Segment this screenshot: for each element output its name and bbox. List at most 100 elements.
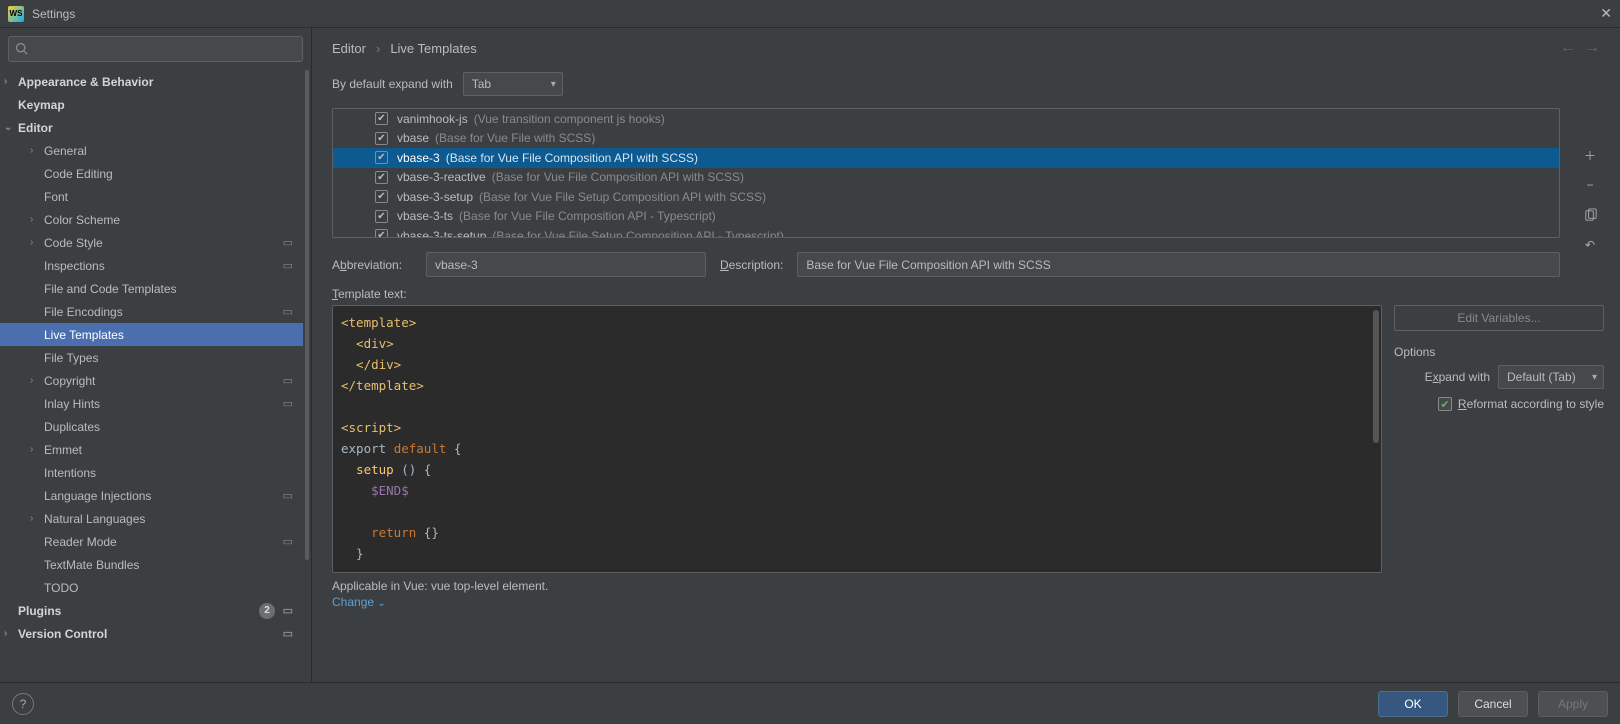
sidebar-item-label: Language Injections bbox=[44, 489, 151, 503]
chevron-icon: › bbox=[30, 214, 42, 225]
expand-select-value: Tab bbox=[472, 77, 491, 91]
breadcrumb-root[interactable]: Editor bbox=[332, 41, 366, 56]
code-line: setup () { bbox=[341, 459, 1373, 480]
abbreviation-label: Abbreviation: bbox=[332, 258, 412, 272]
close-icon[interactable]: ✕ bbox=[1600, 5, 1612, 22]
reformat-checkbox[interactable]: ✔ bbox=[1438, 397, 1452, 411]
template-name: vbase-3-setup bbox=[397, 190, 473, 204]
sidebar-item-natural-languages[interactable]: ›Natural Languages bbox=[0, 507, 303, 530]
sidebar-item-label: Inspections bbox=[44, 259, 105, 273]
sidebar-item-live-templates[interactable]: Live Templates bbox=[0, 323, 303, 346]
template-checkbox[interactable]: ✔ bbox=[375, 112, 388, 125]
ok-button[interactable]: OK bbox=[1378, 691, 1448, 717]
project-scope-icon: ▭ bbox=[283, 489, 293, 502]
sidebar-item-inspections[interactable]: Inspections▭ bbox=[0, 254, 303, 277]
template-checkbox[interactable]: ✔ bbox=[375, 190, 388, 203]
sidebar-item-file-types[interactable]: File Types bbox=[0, 346, 303, 369]
sidebar-item-inlay-hints[interactable]: Inlay Hints▭ bbox=[0, 392, 303, 415]
template-checkbox[interactable]: ✔ bbox=[375, 210, 388, 223]
template-checkbox[interactable]: ✔ bbox=[375, 132, 388, 145]
template-row-vbase-3-reactive[interactable]: ✔ vbase-3-reactive (Base for Vue File Com… bbox=[333, 168, 1559, 188]
template-row-vbase-3-ts-setup[interactable]: ✔vbase-3-ts-setup (Base for Vue File Set… bbox=[333, 226, 1559, 238]
template-name: vanimhook-js bbox=[397, 112, 468, 126]
sidebar-item-duplicates[interactable]: Duplicates bbox=[0, 415, 303, 438]
template-name: vbase bbox=[397, 131, 429, 145]
sidebar-item-general[interactable]: ›General bbox=[0, 139, 303, 162]
nav-back-icon[interactable]: ← bbox=[1560, 39, 1576, 57]
sidebar-item-textmate-bundles[interactable]: TextMate Bundles bbox=[0, 553, 303, 576]
change-context-link[interactable]: Change ⌄ bbox=[332, 595, 386, 609]
template-desc: (Base for Vue File Composition API - Typ… bbox=[459, 209, 716, 223]
revert-template-icon[interactable]: ↶ bbox=[1578, 233, 1602, 257]
template-checkbox[interactable]: ✔ bbox=[375, 229, 388, 238]
template-name: vbase-3-reactive bbox=[397, 170, 486, 184]
search-input[interactable] bbox=[8, 36, 303, 62]
template-row-vanimhook-js[interactable]: ✔ vanimhook-js (Vue transition component … bbox=[333, 109, 1559, 129]
sidebar-item-todo[interactable]: TODO bbox=[0, 576, 303, 599]
project-scope-icon: ▭ bbox=[283, 535, 293, 548]
sidebar-item-language-injections[interactable]: Language Injections ▭ bbox=[0, 484, 303, 507]
sidebar-item-emmet[interactable]: ›Emmet bbox=[0, 438, 303, 461]
template-checkbox[interactable]: ✔ bbox=[375, 151, 388, 164]
sidebar-item-appearance-behavior[interactable]: ›Appearance & Behavior bbox=[0, 70, 303, 93]
abbreviation-value: vbase-3 bbox=[435, 258, 478, 272]
abbreviation-input[interactable]: vbase-3 bbox=[426, 252, 706, 277]
code-line: $END$ bbox=[341, 480, 1373, 501]
description-input[interactable]: Base for Vue File Composition API with S… bbox=[797, 252, 1560, 277]
edit-variables-button[interactable]: Edit Variables... bbox=[1394, 305, 1604, 331]
sidebar-item-label: Plugins bbox=[18, 604, 61, 618]
sidebar-item-keymap[interactable]: Keymap bbox=[0, 93, 303, 116]
sidebar-item-file-encodings[interactable]: File Encodings▭ bbox=[0, 300, 303, 323]
sidebar-item-font[interactable]: Font bbox=[0, 185, 303, 208]
window-title: Settings bbox=[32, 7, 75, 21]
template-name: vbase-3-ts-setup bbox=[397, 229, 486, 238]
help-icon[interactable]: ? bbox=[12, 693, 34, 715]
expand-with-value: Default (Tab) bbox=[1507, 370, 1576, 384]
sidebar-item-color-scheme[interactable]: ›Color Scheme bbox=[0, 208, 303, 231]
sidebar-item-plugins[interactable]: Plugins2▭ bbox=[0, 599, 303, 622]
sidebar-item-copyright[interactable]: ›Copyright▭ bbox=[0, 369, 303, 392]
apply-button[interactable]: Apply bbox=[1538, 691, 1608, 717]
sidebar-item-label: Duplicates bbox=[44, 420, 100, 434]
template-row-vbase-3-ts[interactable]: ✔vbase-3-ts (Base for Vue File Compositi… bbox=[333, 207, 1559, 227]
sidebar-item-code-editing[interactable]: Code Editing bbox=[0, 162, 303, 185]
nav-forward-icon[interactable]: → bbox=[1584, 39, 1600, 57]
cancel-button[interactable]: Cancel bbox=[1458, 691, 1528, 717]
add-template-icon[interactable]: ＋ bbox=[1578, 143, 1602, 167]
chevron-icon: › bbox=[4, 76, 16, 87]
sidebar-item-label: Emmet bbox=[44, 443, 82, 457]
template-row-vbase[interactable]: ✔vbase (Base for Vue File with SCSS) bbox=[333, 129, 1559, 149]
sidebar-item-label: Version Control bbox=[18, 627, 107, 641]
sidebar-item-intentions[interactable]: Intentions bbox=[0, 461, 303, 484]
duplicate-template-icon[interactable] bbox=[1578, 203, 1602, 227]
sidebar-item-reader-mode[interactable]: Reader Mode▭ bbox=[0, 530, 303, 553]
sidebar-item-editor[interactable]: ⌄Editor bbox=[0, 116, 303, 139]
editor-scrollbar[interactable] bbox=[1373, 310, 1379, 443]
sidebar-item-label: General bbox=[44, 144, 87, 158]
dialog-footer: ? OK Cancel Apply bbox=[0, 682, 1620, 724]
code-line bbox=[341, 501, 1373, 522]
code-line: export default { bbox=[341, 438, 1373, 459]
plugins-count-badge: 2 bbox=[259, 603, 275, 619]
remove-template-icon[interactable]: − bbox=[1578, 173, 1602, 197]
template-row-vbase-3-setup[interactable]: ✔vbase-3-setup (Base for Vue File Setup … bbox=[333, 187, 1559, 207]
sidebar-item-file-and-code-templates[interactable]: File and Code Templates bbox=[0, 277, 303, 300]
sidebar-item-label: Intentions bbox=[44, 466, 96, 480]
breadcrumb-current: Live Templates bbox=[390, 41, 476, 56]
sidebar-item-version-control[interactable]: ›Version Control▭ bbox=[0, 622, 303, 645]
code-line: <div> bbox=[341, 333, 1373, 354]
template-desc: (Vue transition component js hooks) bbox=[474, 112, 665, 126]
expand-with-label: Expand with bbox=[1425, 370, 1490, 384]
template-desc: (Base for Vue File Composition API with … bbox=[446, 151, 698, 165]
project-scope-icon: ▭ bbox=[283, 397, 293, 410]
template-row-vbase-3[interactable]: ✔vbase-3 (Base for Vue File Composition … bbox=[333, 148, 1559, 168]
sidebar-item-code-style[interactable]: ›Code Style▭ bbox=[0, 231, 303, 254]
expand-select[interactable]: Tab bbox=[463, 72, 563, 96]
template-editor[interactable]: <template> <div> </div></template> <scri… bbox=[332, 305, 1382, 573]
template-desc: (Base for Vue File Composition API with … bbox=[492, 170, 744, 184]
expand-with-select[interactable]: Default (Tab) bbox=[1498, 365, 1604, 389]
chevron-icon: › bbox=[4, 628, 16, 639]
template-text-label: TTemplate text:emplate text: bbox=[312, 281, 1620, 305]
template-checkbox[interactable]: ✔ bbox=[375, 171, 388, 184]
sidebar-scrollbar[interactable] bbox=[305, 70, 309, 560]
